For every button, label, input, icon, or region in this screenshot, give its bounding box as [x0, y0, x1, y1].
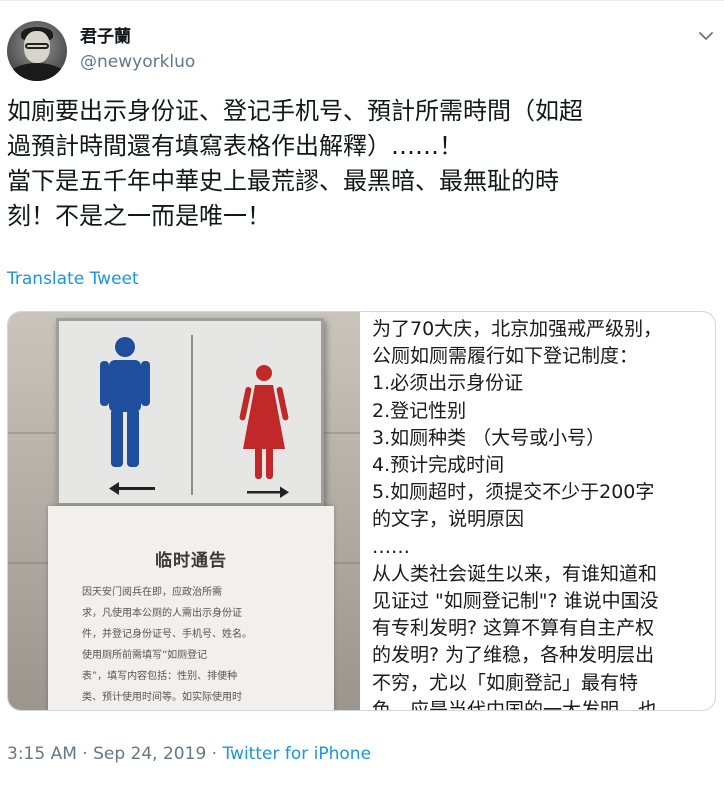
caption-line: 的文字，说明原因	[372, 508, 525, 531]
toilet-notice-photo[interactable]: 临时通告 因天安门阅兵在即，应政治所需 求，凡使用本公厕的人需出示身份证 件，并…	[8, 312, 360, 710]
caption-line: 从人类社会诞生以来，有谁知道和	[372, 562, 658, 585]
temporary-notice-paper: 临时通告 因天安门阅兵在即，应政治所需 求，凡使用本公厕的人需出示身份证 件，并…	[48, 506, 334, 710]
caption-line: 为了70大庆，北京加强戒严级别，	[372, 318, 663, 340]
caption-line: 4.预计完成时间	[372, 454, 505, 477]
tweet-line: 過預計時間還有填寫表格作出解釋）……！	[7, 132, 463, 160]
left-arrow-icon	[109, 482, 155, 495]
caption-line: 1.必须出示身份证	[372, 372, 524, 395]
restroom-pictograms	[100, 337, 289, 498]
caption-line: 公厕如厕需履行如下登记制度：	[372, 345, 639, 368]
tweet-text: 如廁要出示身份证、登记手机号、預計所需時間（如超 過預計時間還有填寫表格作出解釋…	[7, 94, 707, 234]
notice-line: 件，并登记身份证号、手机号、姓名。	[82, 629, 252, 640]
avatar-shoulders	[7, 63, 67, 81]
caption-line: 2.登记性别	[372, 399, 467, 422]
right-arrow-icon	[247, 486, 289, 498]
tweet-media[interactable]: 临时通告 因天安门阅兵在即，应政治所需 求，凡使用本公厕的人需出示身份证 件，并…	[7, 311, 716, 711]
tweet-line: 當下是五千年中華史上最荒謬、最黑暗、最無耻的時	[7, 167, 559, 195]
avatar-glasses	[25, 43, 49, 49]
notice-body: 因天安门阅兵在即，应政治所需 求，凡使用本公厕的人需出示身份证 件，并登记身份证…	[82, 582, 312, 708]
tweet-time[interactable]: 3:15 AM	[7, 744, 77, 764]
tweet-line: 如廁要出示身份证、登记手机号、預計所需時間（如超	[7, 97, 583, 125]
caption-line: 3.如厕种类 （大号或小号）	[372, 426, 606, 449]
sign-divider	[191, 335, 193, 495]
caption-line: ……	[372, 535, 410, 558]
top-divider	[0, 0, 724, 1]
chevron-down-icon[interactable]	[697, 28, 715, 44]
notice-line: 表”，填写内容包括：性别、排便种	[82, 671, 238, 682]
avatar[interactable]	[7, 21, 67, 81]
caption-line: 见证过 "如厕登记制"? 谁说中国没	[372, 590, 659, 613]
author-handle[interactable]: @newyorkluo	[80, 51, 195, 73]
tweet-metadata: 3:15 AM · Sep 24, 2019 · Twitter for iPh…	[7, 742, 371, 766]
notice-line: 类、预计使用时间等。如实际使用时	[82, 692, 242, 703]
caption-line: 不穷，尤以「如廁登記」最有特	[372, 671, 639, 694]
image-caption-text: 为了70大庆，北京加强戒严级别， 公厕如厕需履行如下登记制度： 1.必须出示身份…	[372, 316, 715, 711]
notice-line: 因天安门阅兵在即，应政治所需	[82, 587, 222, 598]
meta-separator: ·	[76, 744, 94, 764]
tweet-line: 刻！不是之一而是唯一！	[7, 202, 271, 230]
notice-line: 使用厕所前需填写“如厕登记	[82, 650, 208, 661]
caption-line: 的发明? 为了维稳，各种发明层出	[372, 644, 655, 667]
tweet-date[interactable]: Sep 24, 2019	[93, 744, 206, 764]
woman-pictogram-icon	[239, 365, 289, 479]
caption-line: 色，应是当代中国的一大发明。也	[372, 698, 658, 711]
translate-tweet-link[interactable]: Translate Tweet	[7, 267, 139, 291]
caption-line: 5.如厕超时，须提交不少于200字	[372, 481, 655, 504]
author-display-name[interactable]: 君子蘭	[80, 26, 131, 48]
notice-title: 临时通告	[155, 551, 227, 571]
meta-separator: ·	[206, 744, 223, 764]
tweet-source-link[interactable]: Twitter for iPhone	[222, 744, 371, 764]
restroom-sign	[56, 318, 324, 506]
caption-line: 有专利发明? 这算不算有自主产权	[372, 617, 655, 640]
notice-line: 求，凡使用本公厕的人需出示身份证	[82, 608, 242, 619]
man-pictogram-icon	[100, 337, 150, 467]
